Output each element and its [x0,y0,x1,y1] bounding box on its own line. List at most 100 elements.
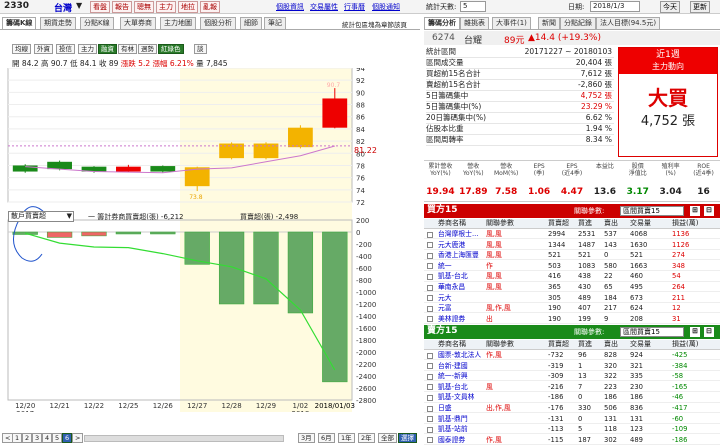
sell-expand-icon[interactable]: ⊟ [704,327,714,337]
table-row[interactable]: 華南永昌 風,風 365 430 65 495 264 [424,283,720,293]
buy-expand-icon[interactable]: ⊟ [704,206,714,216]
pager-1[interactable]: 1 [12,433,23,443]
table-cell[interactable]: 凱基-台北 [438,272,468,281]
tab-chip-kline[interactable]: 籌碼K線 [2,17,37,29]
table-row[interactable]: 元大鹿港 風,風 1344 1487 143 1630 1126 [424,241,720,250]
table-cell[interactable]: 台新-建國 [438,362,468,371]
table-row[interactable]: 元大 305 489 184 673 211 [424,294,720,303]
pager-next-icon[interactable]: > [72,433,84,443]
quick-button-3[interactable]: 主力 [156,1,176,13]
table-row[interactable]: 凱基-文員林 -186 0 186 186 -46 [424,393,720,403]
table-row[interactable]: 凱基-站前 -113 5 118 123 -109 [424,425,720,435]
table-row[interactable]: 統一 作 503 1083 580 1663 348 [424,262,720,271]
quick-button-4[interactable]: 地拉 [178,1,198,13]
toolbar-margin[interactable]: 融資 [98,44,117,54]
table-cell[interactable]: 日盛 [438,404,452,413]
period-select[interactable]: 5 [460,1,486,12]
row-checkbox[interactable] [427,295,433,302]
scrollbar[interactable] [84,435,284,442]
table-cell[interactable]: 華南永昌 [438,283,465,292]
table-cell[interactable]: 凱基-文員林 [438,393,474,402]
table-cell[interactable]: 香港上海匯豐 [438,251,479,260]
row-checkbox[interactable] [427,363,433,370]
link-stock-info[interactable]: 個股資訊 [276,2,304,12]
row-checkbox[interactable] [427,352,433,359]
toolbar-youlin[interactable]: 有林 [118,44,137,54]
date-select[interactable]: 2018/1/3 [590,1,640,12]
quick-button-1[interactable]: 報告 [112,1,132,13]
table-cell[interactable]: 統一 [438,262,452,271]
range-6m[interactable]: 6月 [318,433,335,443]
tab-main-map[interactable]: 主力地圖 [160,17,196,29]
table-row[interactable]: 凱基-台北 風,風 416 438 22 460 54 [424,272,720,282]
table-row[interactable]: 香港上海匯豐 風,風 521 521 0 521 274 [424,251,720,261]
toolbar-talk[interactable]: 談 [194,44,207,54]
row-checkbox[interactable] [427,273,433,280]
column-header[interactable]: 買進 [578,219,592,228]
tab-news[interactable]: 新聞 [538,17,560,29]
quick-button-5[interactable]: 亂報 [200,1,220,13]
row-checkbox[interactable] [427,384,433,391]
range-2y[interactable]: 2年 [358,433,375,443]
table-cell[interactable]: 凱基-鼎門 [438,415,468,424]
column-header[interactable]: 買賣超 [548,340,569,349]
tab-notes[interactable]: 筆記 [264,17,286,29]
table-cell[interactable]: 凱基-台北 [438,383,468,392]
lower-select[interactable]: 散戶買賣超 ▼ [8,211,74,222]
column-header[interactable]: 賣出 [604,219,618,228]
table-row[interactable]: 美林證券 出 190 199 9 208 31 [424,315,720,324]
pager-4[interactable]: 4 [42,433,53,443]
tab-branch-kline[interactable]: 分點K線 [80,17,114,29]
table-row[interactable]: 日盛 出,作,風 -176 330 506 836 -417 [424,404,720,414]
row-checkbox[interactable] [427,263,433,270]
column-header[interactable]: 關聯參數 [486,340,514,349]
tab-misc[interactable]: 雜挑表 [460,17,489,29]
column-header[interactable]: 損益(萬) [672,219,698,228]
row-checkbox[interactable] [427,305,433,312]
table-row[interactable]: 國票-敦北法人 作,風 -732 96 828 924 -425 [424,351,720,361]
buy-grid-icon[interactable]: ⊞ [690,206,700,216]
table-cell[interactable]: 台灣摩根士... [438,230,478,239]
column-header[interactable]: 券商名稱 [438,340,466,349]
table-cell[interactable]: 統一-新興 [438,372,468,381]
table-cell[interactable]: 凱基-站前 [438,425,468,434]
column-header[interactable]: 賣出 [604,340,618,349]
pager-3[interactable]: 3 [32,433,43,443]
quick-button-0[interactable]: 看盤 [90,1,110,13]
link-notify[interactable]: 個股通知 [372,2,400,12]
tab-futures[interactable]: 期貨走勢 [40,17,76,29]
sell-grid-icon[interactable]: ⊞ [690,327,700,337]
table-row[interactable]: 國泰證券 作,風 -115 187 302 489 -186 [424,436,720,445]
table-row[interactable]: 凱基-台北 風 -216 7 223 230 -165 [424,383,720,392]
table-cell[interactable]: 國票-敦北法人 [438,351,481,360]
table-row[interactable]: 凱基-鼎門 -131 0 131 131 -60 [424,415,720,424]
tab-events[interactable]: 大事件(1) [492,17,531,29]
row-checkbox[interactable] [427,405,433,412]
row-checkbox[interactable] [427,416,433,423]
table-cell[interactable]: 國泰證券 [438,436,465,445]
table-cell[interactable]: 元大 [438,294,452,303]
toolbar-redgreen[interactable]: 紅綠色 [158,44,184,54]
table-cell[interactable]: 美林證券 [438,315,465,324]
tab-big-broker[interactable]: 大單券商 [120,17,156,29]
column-header[interactable]: 買進 [578,340,592,349]
toolbar-trend[interactable]: 週勢 [138,44,157,54]
pager-5[interactable]: 5 [52,433,63,443]
toolbar-foreign[interactable]: 外資 [34,44,53,54]
row-checkbox[interactable] [427,394,433,401]
sell-filter-select[interactable]: 區間買賣15 [620,327,684,337]
row-checkbox[interactable] [427,316,433,323]
table-row[interactable]: 元富 風,作,風 190 407 217 624 12 [424,304,720,314]
stock-dropdown-icon[interactable]: ▼ [76,1,82,10]
link-trade-attr[interactable]: 交易屬性 [310,2,338,12]
table-row[interactable]: 台新-建國 -319 1 320 321 -384 [424,362,720,371]
range-3m[interactable]: 3月 [298,433,315,443]
row-checkbox[interactable] [427,284,433,291]
range-select[interactable]: 選擇 [398,433,417,443]
row-checkbox[interactable] [427,231,433,238]
quick-button-2[interactable]: 聰無 [134,1,154,13]
table-cell[interactable]: 元大鹿港 [438,241,465,250]
row-checkbox[interactable] [427,437,433,444]
today-button[interactable]: 今天 [660,1,680,13]
pager-2[interactable]: 2 [22,433,33,443]
